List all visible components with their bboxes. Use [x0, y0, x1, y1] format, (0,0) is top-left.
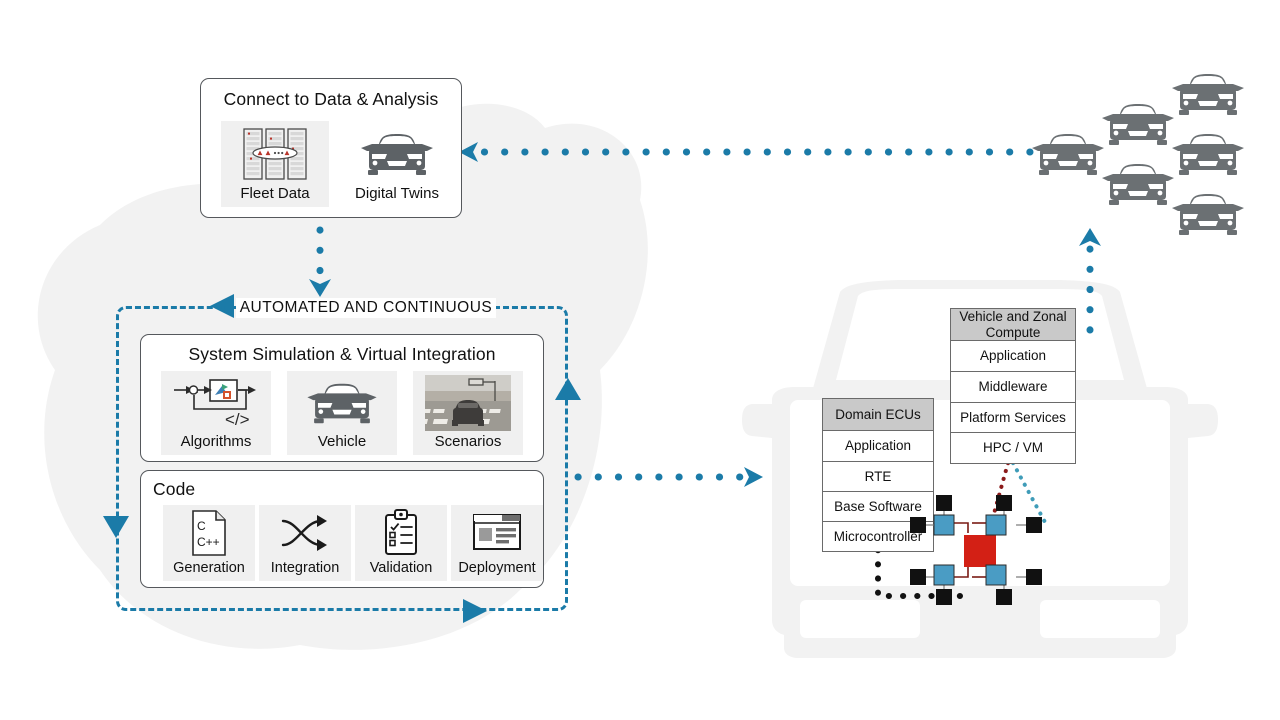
code-panel: Code C C++ Generation Integration Valida…: [140, 470, 544, 588]
fleet-car-3: [1102, 164, 1174, 205]
shuffle-arrows-icon: [259, 505, 351, 561]
tile-scenarios[interactable]: Scenarios: [413, 371, 523, 455]
tile-generation[interactable]: C C++ Generation: [163, 505, 255, 581]
stack-row-application: Application: [823, 431, 933, 462]
tile-deployment[interactable]: Deployment: [451, 505, 543, 581]
fleet-car-6: [1172, 194, 1244, 235]
svg-text:C++: C++: [197, 535, 220, 549]
road-scene-photo-icon: [413, 371, 523, 434]
automated-and-continuous-label: AUTOMATED AND CONTINUOUS: [236, 298, 496, 318]
system-simulation-panel: System Simulation & Virtual Integration: [140, 334, 544, 462]
fleet-car-5: [1172, 134, 1244, 175]
svg-text:C: C: [197, 519, 206, 533]
tile-caption: Validation: [369, 559, 433, 576]
stack-row-middleware: Middleware: [951, 372, 1075, 403]
tile-caption: Vehicle: [317, 433, 367, 450]
fleet-car-2: [1102, 104, 1174, 145]
tile-digital-twins[interactable]: Digital Twins: [341, 121, 453, 207]
block-diagram-code-icon: </>: [161, 371, 271, 434]
browser-window-icon: [451, 505, 543, 561]
tile-caption: Integration: [270, 559, 340, 576]
fleet-cars-group: [1030, 60, 1280, 250]
server-racks-icon: [221, 121, 329, 186]
central-compute-node: [964, 535, 996, 567]
fleet-car-4: [1172, 74, 1244, 115]
fleet-car-1: [1032, 134, 1104, 175]
vehicle-zonal-compute-stack: Vehicle and Zonal Compute Application Mi…: [950, 308, 1076, 464]
simulation-panel-title: System Simulation & Virtual Integration: [188, 344, 496, 364]
tile-vehicle[interactable]: Vehicle: [287, 371, 397, 455]
tile-caption: Scenarios: [434, 433, 502, 450]
tile-fleet-data[interactable]: Fleet Data: [221, 121, 329, 207]
clipboard-check-icon: [355, 505, 447, 561]
tile-caption: Deployment: [458, 559, 536, 576]
tile-caption: Algorithms: [180, 433, 252, 450]
tile-validation[interactable]: Validation: [355, 505, 447, 581]
stack-row-hpc-vm: HPC / VM: [982, 440, 1043, 456]
connect-panel-title: Connect to Data & Analysis: [223, 89, 439, 109]
tile-integration[interactable]: Integration: [259, 505, 351, 581]
svg-text:</>: </>: [225, 410, 250, 429]
stack-row-platform-services: Platform Services: [951, 403, 1075, 433]
c-cpp-file-icon: C C++: [163, 505, 255, 561]
code-panel-title: Code: [153, 479, 196, 499]
stack-header: Vehicle and Zonal Compute: [951, 309, 1075, 341]
stack-row-application: Application: [951, 341, 1075, 372]
tile-caption: Digital Twins: [355, 185, 439, 202]
ecu-network-diagram: [910, 495, 1042, 605]
tile-caption: Generation: [173, 559, 245, 576]
tile-algorithms[interactable]: </> Algorithms: [161, 371, 271, 455]
connect-to-data-panel: Connect to Data & Analysis Fleet Data Di…: [200, 78, 462, 218]
car-front-icon: [287, 371, 397, 434]
tile-caption: Fleet Data: [240, 185, 310, 202]
stack-header: Domain ECUs: [823, 399, 933, 431]
diagram-canvas: .dot-line{stroke:#1b7ba8;stroke-width:7;…: [0, 0, 1280, 720]
car-front-icon: [341, 121, 453, 186]
